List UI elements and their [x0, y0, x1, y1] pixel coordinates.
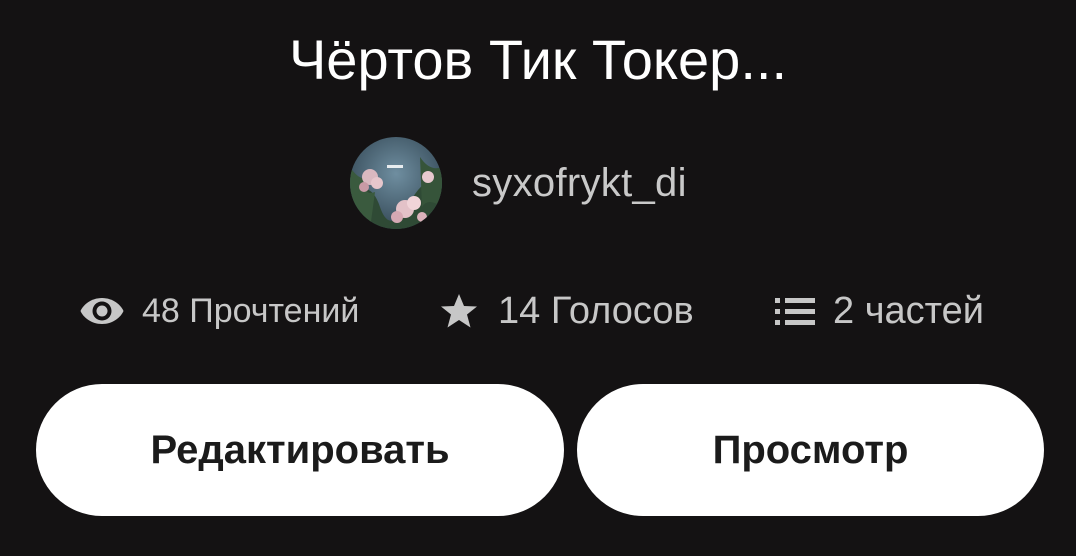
star-icon [440, 293, 478, 329]
author-row[interactable]: syxofrykt_di [350, 137, 687, 229]
author-avatar[interactable] [350, 137, 442, 229]
view-button[interactable]: Просмотр [577, 384, 1044, 516]
reads-count: 48 Прочтений [142, 292, 360, 330]
stat-reads: 48 Прочтений [80, 286, 359, 336]
story-stats: 48 Прочтений 14 Голосов 2 частей [0, 286, 1076, 336]
story-title: Чёртов Тик Токер... [288, 28, 787, 91]
stat-parts: 2 частей [775, 286, 984, 336]
edit-button[interactable]: Редактировать [36, 384, 564, 516]
avatar-flowers-image [350, 137, 442, 229]
votes-count: 14 Голосов [498, 290, 694, 332]
parts-count: 2 частей [833, 290, 984, 332]
stat-votes: 14 Голосов [440, 286, 694, 336]
story-details-screen: Чёртов Тик Токер... syxofrykt_di 48 Проч… [0, 0, 1076, 556]
list-icon [775, 295, 815, 327]
author-username[interactable]: syxofrykt_di [472, 159, 687, 207]
eye-icon [80, 296, 124, 326]
